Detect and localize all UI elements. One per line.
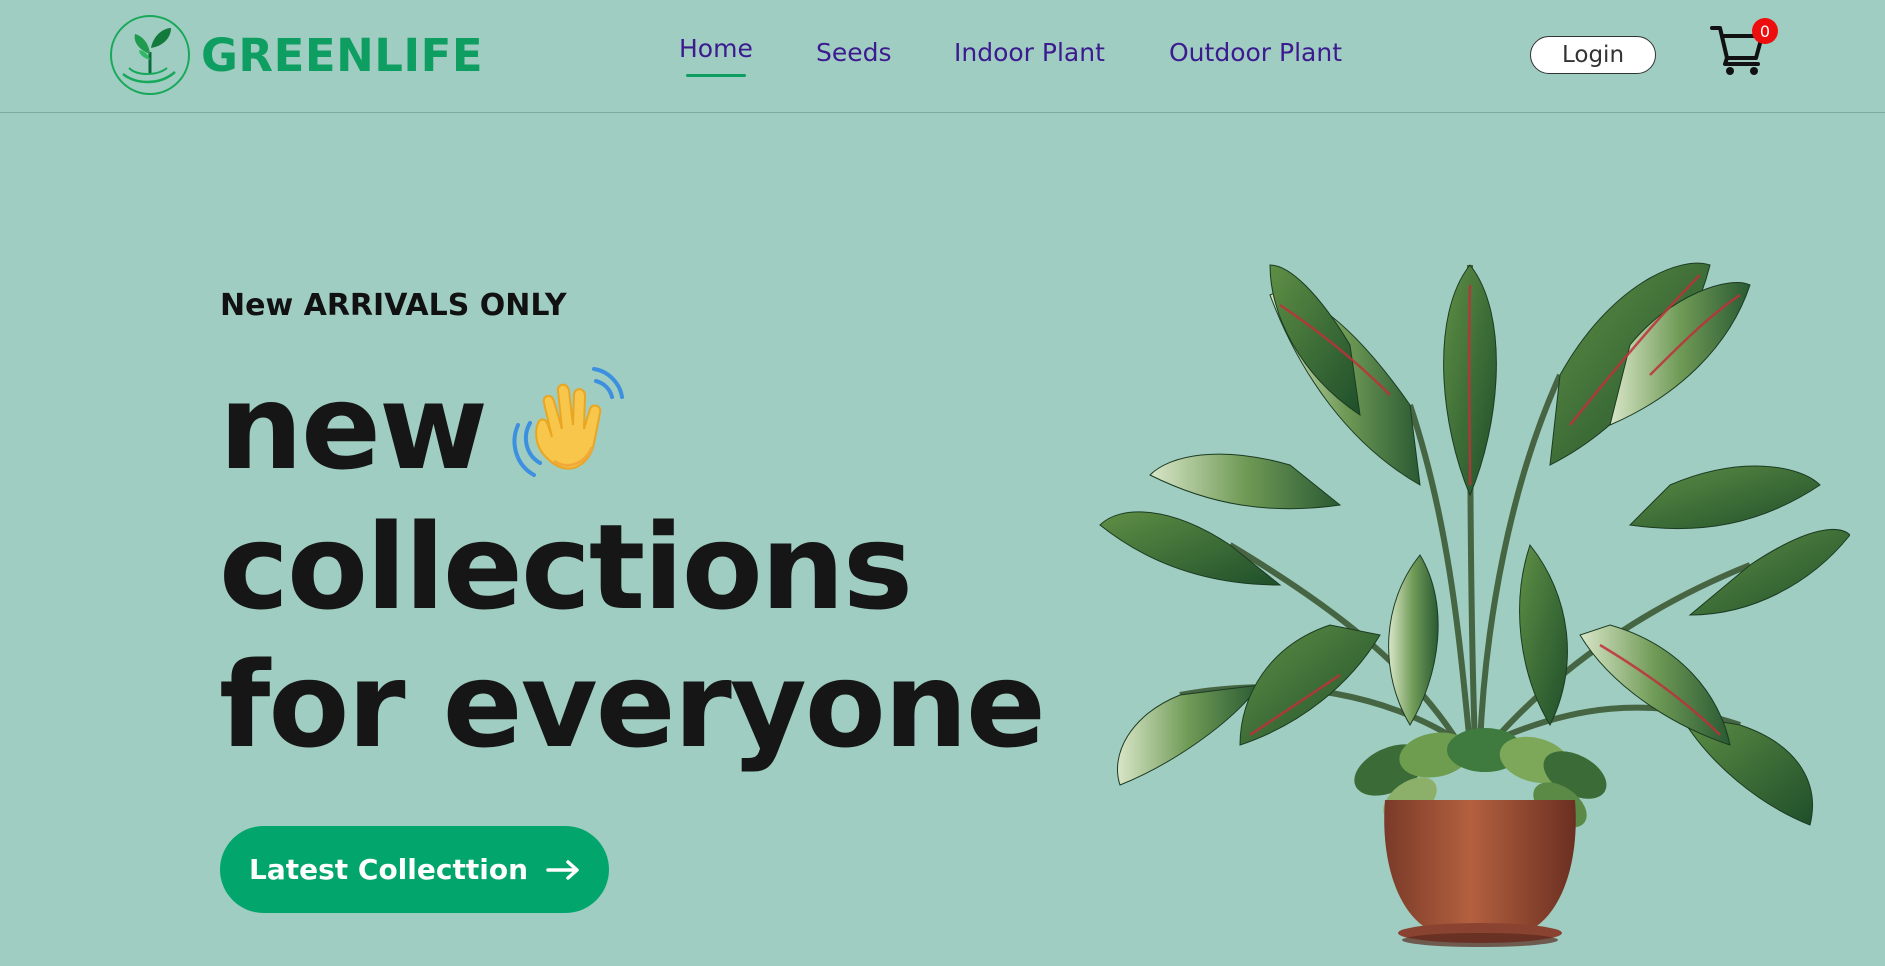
brand-name: GREENLIFE bbox=[201, 28, 484, 82]
navbar: GREENLIFE Home Seeds Indoor Plant Outdoo… bbox=[0, 0, 1885, 113]
active-nav-indicator bbox=[686, 74, 746, 77]
nav-item-seeds[interactable]: Seeds bbox=[816, 38, 892, 67]
waving-hand-icon bbox=[512, 367, 625, 478]
hero-title: new collections for everyone bbox=[219, 358, 1046, 775]
cart-count-badge: 0 bbox=[1752, 18, 1778, 44]
latest-collection-button[interactable]: Latest Collecttion bbox=[220, 826, 609, 913]
hero-title-line-1: new bbox=[219, 358, 1044, 498]
hero-title-line-3: for everyone bbox=[219, 636, 1046, 775]
nav-item-outdoor-plant[interactable]: Outdoor Plant bbox=[1169, 38, 1342, 67]
brand-logo[interactable]: GREENLIFE bbox=[109, 14, 483, 96]
potted-plant-image bbox=[1099, 262, 1850, 947]
cart-button[interactable]: 0 bbox=[1710, 18, 1782, 78]
cta-label: Latest Collecttion bbox=[248, 853, 528, 886]
hero-title-line-2: collections bbox=[219, 498, 913, 637]
nav-item-indoor-plant[interactable]: Indoor Plant bbox=[954, 38, 1105, 67]
login-button[interactable]: Login bbox=[1530, 36, 1656, 74]
hero-eyebrow: New ARRIVALS ONLY bbox=[220, 288, 567, 323]
logo-leaf-icon bbox=[110, 15, 190, 95]
hero-title-word-new: new bbox=[219, 358, 488, 496]
arrow-right-icon bbox=[546, 859, 579, 880]
nav-item-home[interactable]: Home bbox=[679, 34, 753, 63]
